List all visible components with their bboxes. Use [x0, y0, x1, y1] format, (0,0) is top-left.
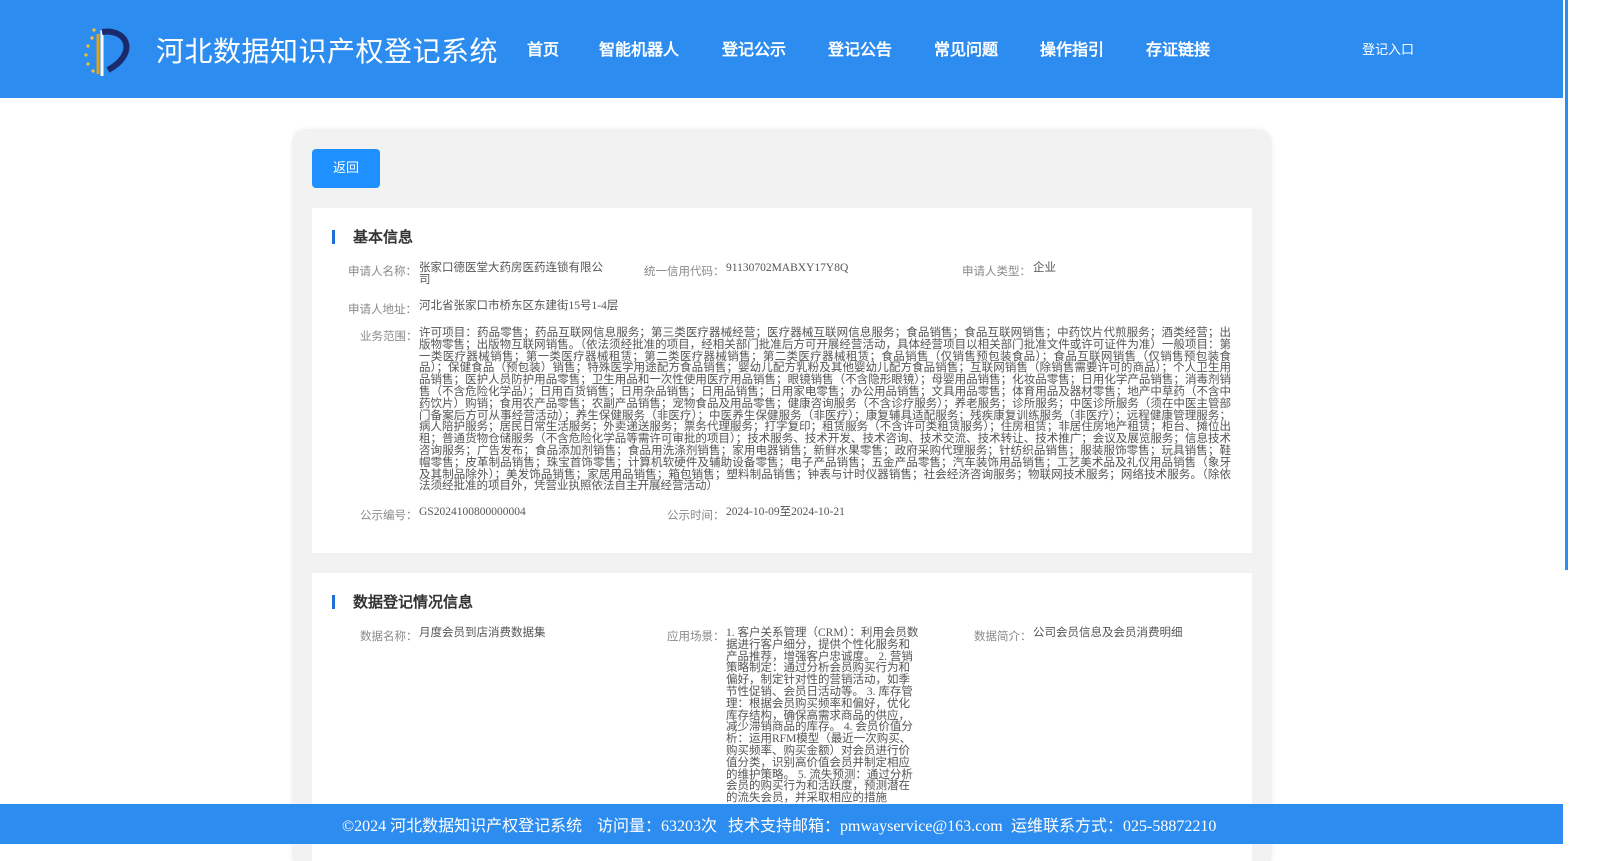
scrollbar-thumb[interactable]	[1565, 0, 1568, 570]
login-entry-link[interactable]: 登记入口	[1362, 39, 1414, 58]
nav-guide[interactable]: 操作指引	[1040, 36, 1104, 60]
data-summary-label: 数据简介：	[974, 631, 1032, 643]
data-summary-value: 公司会员信息及会员消费明细	[1033, 627, 1183, 639]
applicant-address-label: 申请人地址：	[348, 304, 417, 316]
system-logo-icon	[84, 28, 130, 76]
back-button[interactable]: 返回	[312, 149, 380, 188]
site-title: 河北数据知识产权登记系统	[156, 35, 499, 68]
footer-copyright: ©2024 河北数据知识产权登记系统	[342, 818, 583, 835]
section-marker	[332, 595, 335, 609]
section-marker	[332, 230, 335, 244]
nav-faq[interactable]: 常见问题	[934, 36, 998, 60]
business-scope-value: 许可项目：药品零售；药品互联网信息服务；第三类医疗器械经营；医疗器械互联网信息服…	[419, 327, 1231, 493]
footer-ops-phone: 运维联系方式：025-58872210	[1011, 818, 1217, 835]
footer-visit-count: 访问量：63203次	[597, 818, 718, 835]
applicant-name-value: 张家口德医堂大药房医药连锁有限公司	[419, 262, 603, 286]
applicant-type-label: 申请人类型：	[962, 266, 1031, 278]
notice-time-label: 公示时间：	[667, 510, 725, 522]
applicant-address-value: 河北省张家口市桥东区东建街15号1-4层	[419, 300, 619, 312]
nav-robot[interactable]: 智能机器人	[599, 36, 679, 60]
credit-code-label: 统一信用代码：	[644, 266, 725, 278]
nav-publicity[interactable]: 登记公示	[722, 36, 786, 60]
nav-evidence-link[interactable]: 存证链接	[1146, 36, 1210, 60]
applicant-name-label: 申请人名称：	[348, 266, 417, 278]
notice-number-value: GS2024100800000004	[419, 506, 526, 518]
application-scene-label: 应用场景：	[667, 631, 725, 643]
data-name-value: 月度会员到店消费数据集	[419, 627, 546, 639]
nav-announcement[interactable]: 登记公告	[828, 36, 892, 60]
applicant-type-value: 企业	[1033, 262, 1056, 274]
basic-info-card: 基本信息 申请人名称： 张家口德医堂大药房医药连锁有限公司 统一信用代码： 91…	[312, 208, 1252, 553]
application-scene-value: 1. 客户关系管理（CRM）：利用会员数据进行客户细分，提供个性化服务和产品推荐…	[726, 627, 919, 805]
credit-code-value: 91130702MABXY17Y8Q	[726, 262, 849, 274]
data-name-label: 数据名称：	[360, 631, 418, 643]
notice-number-label: 公示编号：	[360, 510, 418, 522]
footer-bar: ©2024 河北数据知识产权登记系统 访问量：63203次 技术支持邮箱：pmw…	[0, 804, 1563, 844]
nav-home[interactable]: 首页	[527, 36, 559, 60]
business-scope-label: 业务范围：	[360, 331, 418, 343]
notice-time-value: 2024-10-09至2024-10-21	[726, 506, 845, 518]
top-navbar: 河北数据知识产权登记系统 首页 智能机器人 登记公示 登记公告 常见问题 操作指…	[0, 0, 1563, 98]
footer-support-email: 技术支持邮箱：pmwayservice@163.com	[728, 818, 1003, 835]
